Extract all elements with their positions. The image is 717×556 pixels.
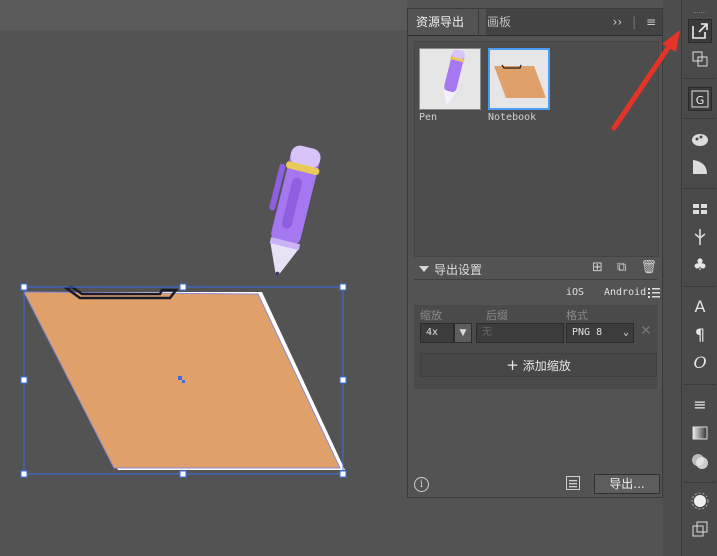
artwork-layer[interactable] bbox=[0, 0, 410, 556]
pen-artwork[interactable] bbox=[254, 142, 325, 280]
add-selection-icon[interactable]: ⊞ bbox=[592, 260, 603, 275]
column-scale: 缩放 bbox=[420, 309, 442, 322]
platform-presets: iOS Android bbox=[414, 283, 660, 307]
asset-thumb-notebook[interactable] bbox=[488, 48, 550, 110]
handle-bottom-right bbox=[339, 470, 347, 478]
gradient-icon[interactable] bbox=[689, 156, 711, 178]
add-scale-button[interactable]: + 添加缩放 bbox=[420, 353, 657, 377]
suffix-input[interactable]: 无 bbox=[476, 323, 564, 343]
symbols-icon[interactable]: ♣ bbox=[689, 254, 711, 276]
duplicate-icon[interactable]: ⧉ bbox=[617, 260, 626, 275]
center-point bbox=[178, 376, 182, 380]
layers-icon[interactable] bbox=[689, 518, 711, 540]
handle-mid-left bbox=[20, 376, 28, 384]
swatches-icon[interactable] bbox=[689, 198, 711, 220]
paragraph-icon[interactable]: ¶ bbox=[689, 324, 711, 346]
scale-dropdown-icon[interactable]: ▼ bbox=[454, 323, 472, 343]
notebook-artwork[interactable] bbox=[23, 285, 345, 470]
asset-thumb-pen[interactable] bbox=[419, 48, 481, 110]
preset-ios[interactable]: iOS bbox=[566, 287, 584, 298]
handle-top-mid bbox=[179, 283, 187, 291]
scale-input[interactable]: 4x bbox=[420, 323, 454, 343]
export-settings-title: 导出设置 bbox=[434, 263, 483, 277]
tab-artboards[interactable]: 画板 bbox=[478, 9, 531, 35]
export-list-icon[interactable] bbox=[566, 476, 580, 490]
brushes-icon[interactable] bbox=[689, 226, 711, 248]
trash-icon[interactable]: 🗑 bbox=[640, 260, 657, 275]
export-icon[interactable] bbox=[688, 19, 712, 43]
character-icon[interactable]: A bbox=[689, 296, 711, 318]
panel-footer: i 导出... bbox=[408, 471, 662, 497]
collapse-triangle-icon[interactable] bbox=[419, 266, 429, 272]
pen-thumb-icon bbox=[443, 49, 465, 104]
svg-text:G: G bbox=[696, 94, 705, 107]
preset-android[interactable]: Android bbox=[604, 287, 646, 298]
format-value: PNG 8 bbox=[572, 327, 603, 338]
column-format: 格式 bbox=[566, 309, 588, 322]
transparency-icon[interactable] bbox=[689, 450, 711, 472]
artboards-icon[interactable] bbox=[689, 48, 711, 70]
gradient-panel-icon[interactable] bbox=[689, 422, 711, 444]
handle-top-right bbox=[339, 283, 347, 291]
handle-mid-right bbox=[339, 376, 347, 384]
format-select[interactable]: PNG 8 ⌄ bbox=[566, 323, 634, 343]
asset-label-pen: Pen bbox=[419, 112, 438, 123]
libraries-icon[interactable]: G bbox=[688, 87, 712, 111]
column-suffix: 后缀 bbox=[486, 309, 508, 322]
handle-bottom-left bbox=[20, 470, 28, 478]
red-arrow-annotation bbox=[611, 30, 680, 131]
tab-asset-export[interactable]: 资源导出 bbox=[408, 9, 486, 35]
chevron-down-icon: ⌄ bbox=[622, 327, 629, 338]
list-view-icon[interactable] bbox=[648, 287, 660, 299]
handle-bottom-mid bbox=[179, 470, 187, 478]
color-guide-icon[interactable] bbox=[689, 128, 711, 150]
remove-scale-icon[interactable]: ✕ bbox=[640, 323, 652, 339]
info-icon[interactable]: i bbox=[414, 477, 429, 492]
stroke-icon[interactable]: ≡ bbox=[689, 394, 711, 416]
notebook-thumb-icon bbox=[494, 64, 546, 98]
export-settings-header[interactable]: 导出设置 ⊞ ⧉ 🗑 bbox=[414, 259, 657, 280]
export-scale-rows: 缩放 后缀 格式 4x ▼ 无 PNG 8 ⌄ ✕ + 添加缩放 bbox=[414, 305, 657, 389]
add-scale-label: 添加缩放 bbox=[522, 359, 571, 373]
appearance-icon[interactable] bbox=[689, 490, 711, 512]
plus-icon: + bbox=[506, 356, 519, 374]
opentype-icon[interactable]: O bbox=[689, 352, 711, 374]
handle-top-left bbox=[20, 283, 28, 291]
export-button[interactable]: 导出... bbox=[594, 474, 660, 494]
asset-label-notebook: Notebook bbox=[488, 112, 537, 123]
